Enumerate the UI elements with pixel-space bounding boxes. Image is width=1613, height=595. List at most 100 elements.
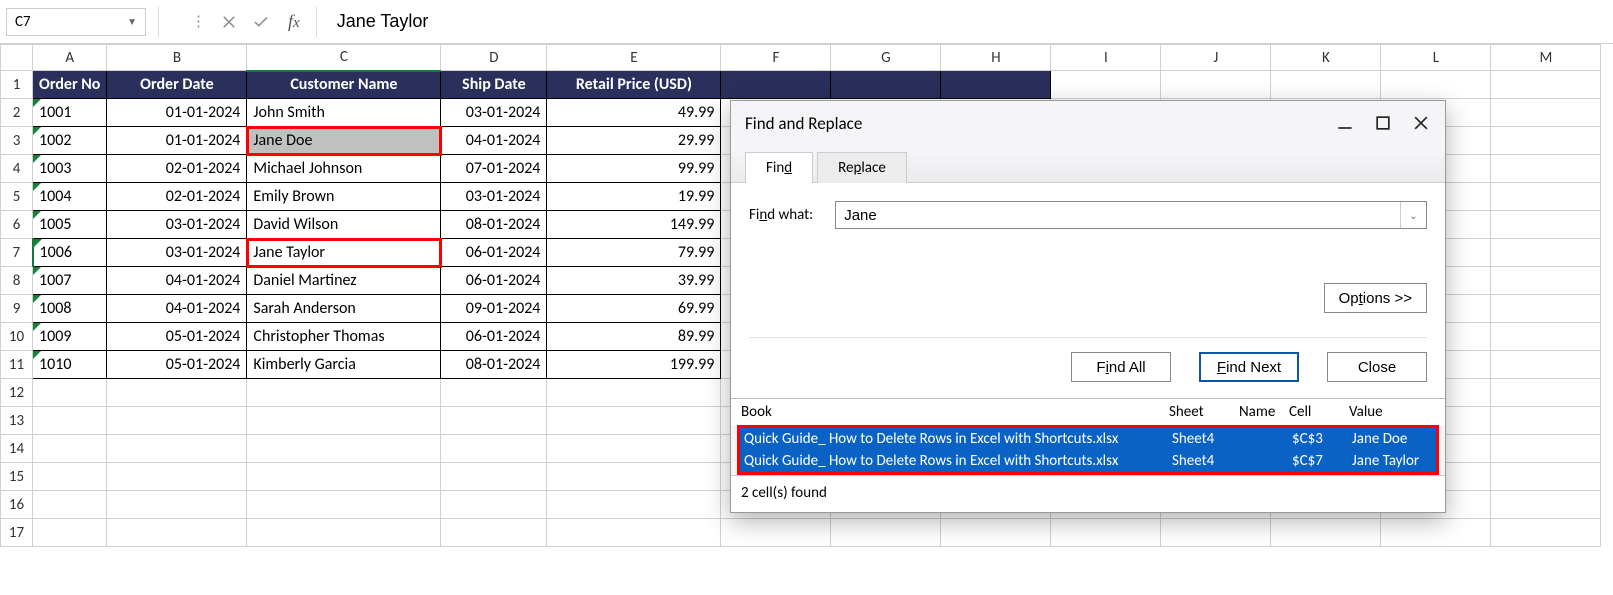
cell-C10[interactable]: Christopher Thomas [247,323,441,351]
maximize-icon[interactable] [1373,113,1393,133]
cell-D6[interactable]: 08-01-2024 [441,211,547,239]
cell-M9[interactable] [1491,295,1601,323]
cell-C7[interactable]: Jane Taylor [247,239,441,267]
row-header[interactable]: 4 [1,155,33,183]
row-header[interactable]: 9 [1,295,33,323]
cell-M16[interactable] [1491,491,1601,519]
cell-D17[interactable] [441,519,547,547]
name-box[interactable]: C7 ▼ [6,8,146,36]
column-header-K[interactable]: K [1271,45,1381,71]
cell-C1[interactable]: Customer Name [247,71,441,99]
cell-D9[interactable]: 09-01-2024 [441,295,547,323]
row-header[interactable]: 5 [1,183,33,211]
cell-M4[interactable] [1491,155,1601,183]
cell-B13[interactable] [107,407,247,435]
cell-D3[interactable]: 04-01-2024 [441,127,547,155]
cell-C6[interactable]: David Wilson [247,211,441,239]
row-header[interactable]: 13 [1,407,33,435]
cell-E10[interactable]: 89.99 [547,323,721,351]
cell-A4[interactable]: 1003 [33,155,107,183]
row-header[interactable]: 3 [1,127,33,155]
cell-A6[interactable]: 1005 [33,211,107,239]
cell-E14[interactable] [547,435,721,463]
cell-A1[interactable]: Order No [33,71,107,99]
row-header[interactable]: 6 [1,211,33,239]
cell-E9[interactable]: 69.99 [547,295,721,323]
cell-E2[interactable]: 49.99 [547,99,721,127]
cell-I17[interactable] [1051,519,1161,547]
cell-E3[interactable]: 29.99 [547,127,721,155]
cell-L1[interactable] [1381,71,1491,99]
cell-B3[interactable]: 01-01-2024 [107,127,247,155]
cell-A17[interactable] [33,519,107,547]
cell-A5[interactable]: 1004 [33,183,107,211]
cell-A15[interactable] [33,463,107,491]
column-header-G[interactable]: G [831,45,941,71]
cell-C12[interactable] [247,379,441,407]
cell-C15[interactable] [247,463,441,491]
cell-B11[interactable]: 05-01-2024 [107,351,247,379]
row-header[interactable]: 10 [1,323,33,351]
cell-B15[interactable] [107,463,247,491]
cell-D16[interactable] [441,491,547,519]
cell-M8[interactable] [1491,267,1601,295]
cell-D14[interactable] [441,435,547,463]
cell-D12[interactable] [441,379,547,407]
find-what-input[interactable] [836,202,1400,228]
minimize-icon[interactable] [1335,113,1355,133]
cell-E5[interactable]: 19.99 [547,183,721,211]
cell-D1[interactable]: Ship Date [441,71,547,99]
column-header-I[interactable]: I [1051,45,1161,71]
cell-B6[interactable]: 03-01-2024 [107,211,247,239]
cell-C17[interactable] [247,519,441,547]
cell-C3[interactable]: Jane Doe [247,127,441,155]
row-header[interactable]: 14 [1,435,33,463]
cell-M10[interactable] [1491,323,1601,351]
cell-B2[interactable]: 01-01-2024 [107,99,247,127]
tab-replace[interactable]: Replace [817,152,907,183]
row-header[interactable]: 8 [1,267,33,295]
row-header[interactable]: 12 [1,379,33,407]
column-header-C[interactable]: C [247,45,441,71]
cancel-icon[interactable] [220,13,238,31]
dialog-titlebar[interactable]: Find and Replace [731,101,1445,145]
close-button[interactable]: Close [1327,352,1427,382]
cell-C16[interactable] [247,491,441,519]
row-header[interactable]: 17 [1,519,33,547]
cell-E4[interactable]: 99.99 [547,155,721,183]
cell-A7[interactable]: 1006 [33,239,107,267]
cell-J1[interactable] [1161,71,1271,99]
tab-find[interactable]: Find [745,152,813,183]
cell-C13[interactable] [247,407,441,435]
results-header-sheet[interactable]: Sheet [1169,403,1239,421]
row-header[interactable]: 1 [1,71,33,99]
cell-B7[interactable]: 03-01-2024 [107,239,247,267]
cell-E12[interactable] [547,379,721,407]
cell-L17[interactable] [1381,519,1491,547]
cell-D4[interactable]: 07-01-2024 [441,155,547,183]
results-header-name[interactable]: Name [1239,403,1289,421]
cell-D11[interactable]: 08-01-2024 [441,351,547,379]
cell-B8[interactable]: 04-01-2024 [107,267,247,295]
cell-A3[interactable]: 1002 [33,127,107,155]
cell-F17[interactable] [721,519,831,547]
row-header[interactable]: 15 [1,463,33,491]
row-header[interactable]: 2 [1,99,33,127]
row-header[interactable]: 11 [1,351,33,379]
cell-A14[interactable] [33,435,107,463]
cell-E17[interactable] [547,519,721,547]
cell-M14[interactable] [1491,435,1601,463]
cell-M5[interactable] [1491,183,1601,211]
cell-B1[interactable]: Order Date [107,71,247,99]
cell-D15[interactable] [441,463,547,491]
column-header-A[interactable]: A [33,45,107,71]
cell-A11[interactable]: 1010 [33,351,107,379]
cell-G1[interactable] [831,71,941,99]
cell-D2[interactable]: 03-01-2024 [441,99,547,127]
cell-K17[interactable] [1271,519,1381,547]
cell-M6[interactable] [1491,211,1601,239]
find-what-field[interactable]: ⌄ [835,201,1427,229]
cell-B17[interactable] [107,519,247,547]
cell-D13[interactable] [441,407,547,435]
find-all-button[interactable]: Find All [1071,352,1171,382]
